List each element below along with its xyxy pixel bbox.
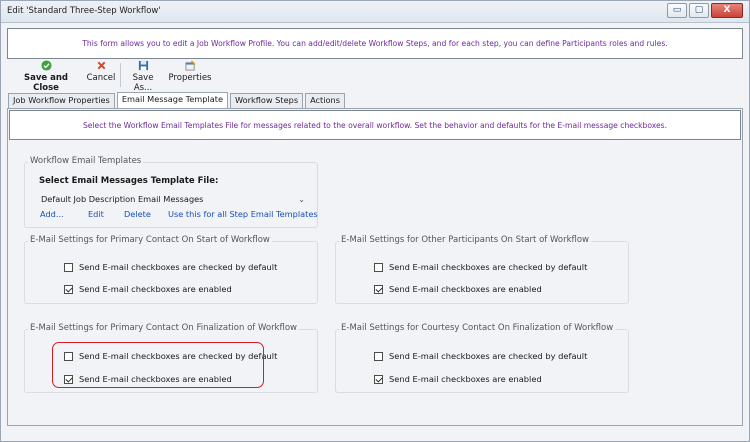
delete-template-link[interactable]: Delete: [124, 209, 151, 219]
title-bar: Edit 'Standard Three-Step Workflow' ▭ ▢ …: [1, 1, 749, 23]
group-title: Workflow Email Templates: [28, 156, 144, 166]
group-title: E-Mail Settings for Primary Contact On F…: [28, 323, 299, 333]
template-file-select[interactable]: Default Job Description Email Messages ⌄: [37, 192, 309, 206]
floppy-disk-icon: [138, 60, 148, 71]
save-as-label: Save As...: [132, 73, 154, 93]
close-icon: X: [723, 5, 731, 15]
checkbox-label: Send E-mail checkboxes are checked by de…: [389, 351, 588, 361]
checkbox-label: Send E-mail checkboxes are checked by de…: [79, 262, 278, 272]
tab-workflow-steps[interactable]: Workflow Steps: [229, 93, 304, 108]
template-file-value: Default Job Description Email Messages: [41, 194, 204, 204]
primary-start-group: E-Mail Settings for Primary Contact On S…: [24, 235, 318, 304]
toolbar: Save and Close Cancel Save As... Propert…: [7, 59, 743, 93]
maximize-icon: ▢: [694, 5, 704, 15]
use-for-all-steps-link[interactable]: Use this for all Step Email Templates: [168, 209, 318, 219]
cancel-x-icon: [97, 61, 105, 70]
properties-button[interactable]: Properties: [167, 60, 213, 90]
info-banner-text: This form allows you to edit a Job Workf…: [82, 39, 668, 48]
tab-content: Select the Workflow Email Templates File…: [7, 108, 743, 426]
template-file-label: Select Email Messages Template File:: [39, 176, 219, 186]
add-template-link[interactable]: Add...: [40, 209, 64, 219]
info-banner: This form allows you to edit a Job Workf…: [7, 28, 743, 59]
properties-label: Properties: [168, 73, 212, 83]
checkbox-label: Send E-mail checkboxes are checked by de…: [389, 262, 588, 272]
others-start-checked-default-option[interactable]: Send E-mail checkboxes are checked by de…: [374, 262, 587, 272]
email-tab-description: Select the Workflow Email Templates File…: [9, 110, 741, 140]
edit-workflow-window: Edit 'Standard Three-Step Workflow' ▭ ▢ …: [0, 0, 750, 442]
tab-actions[interactable]: Actions: [305, 93, 346, 108]
window-title: Edit 'Standard Three-Step Workflow': [7, 6, 161, 16]
checkbox[interactable]: [64, 284, 73, 294]
close-button[interactable]: X: [711, 3, 743, 18]
others-start-group: E-Mail Settings for Other Participants O…: [335, 235, 629, 304]
workflow-email-templates-group: Workflow Email Templates Select Email Me…: [24, 156, 318, 228]
primary-start-enabled-option[interactable]: Send E-mail checkboxes are enabled: [64, 284, 232, 294]
toolbar-separator: [120, 63, 121, 87]
checkbox[interactable]: [64, 262, 73, 272]
tab-strip: Job Workflow Properties Email Message Te…: [8, 92, 347, 109]
checkbox-label: Send E-mail checkboxes are enabled: [79, 284, 232, 294]
cancel-label: Cancel: [86, 73, 116, 83]
email-tab-description-text: Select the Workflow Email Templates File…: [82, 120, 668, 130]
maximize-button[interactable]: ▢: [689, 3, 709, 18]
others-start-enabled-option[interactable]: Send E-mail checkboxes are enabled: [374, 284, 542, 294]
chevron-down-icon: ⌄: [298, 194, 305, 204]
courtesy-final-enabled-option[interactable]: Send E-mail checkboxes are enabled: [374, 374, 542, 384]
save-and-close-label: Save and Close: [24, 73, 68, 93]
checkbox[interactable]: [374, 262, 383, 272]
window-controls: ▭ ▢ X: [667, 3, 743, 18]
group-title: E-Mail Settings for Other Participants O…: [339, 235, 591, 245]
checkmark-circle-icon: [40, 60, 52, 71]
save-as-button[interactable]: Save As...: [123, 60, 163, 93]
minimize-icon: ▭: [672, 5, 682, 15]
minimize-button[interactable]: ▭: [667, 3, 687, 18]
group-title: E-Mail Settings for Courtesy Contact On …: [339, 323, 616, 333]
tab-email-message-template[interactable]: Email Message Template: [116, 92, 228, 109]
tab-job-workflow-properties[interactable]: Job Workflow Properties: [8, 93, 115, 108]
save-and-close-button[interactable]: Save and Close: [13, 60, 79, 93]
highlight-annotation: [52, 342, 264, 388]
courtesy-final-checked-default-option[interactable]: Send E-mail checkboxes are checked by de…: [374, 351, 587, 361]
properties-icon: [185, 60, 196, 71]
checkbox[interactable]: [374, 284, 383, 294]
primary-start-checked-default-option[interactable]: Send E-mail checkboxes are checked by de…: [64, 262, 277, 272]
checkbox[interactable]: [374, 351, 383, 361]
cancel-button[interactable]: Cancel: [86, 60, 116, 90]
checkbox-label: Send E-mail checkboxes are enabled: [389, 374, 542, 384]
courtesy-final-group: E-Mail Settings for Courtesy Contact On …: [335, 323, 629, 393]
checkbox-label: Send E-mail checkboxes are enabled: [389, 284, 542, 294]
edit-template-link[interactable]: Edit: [88, 209, 104, 219]
group-title: E-Mail Settings for Primary Contact On S…: [28, 235, 272, 245]
checkbox[interactable]: [374, 374, 383, 384]
